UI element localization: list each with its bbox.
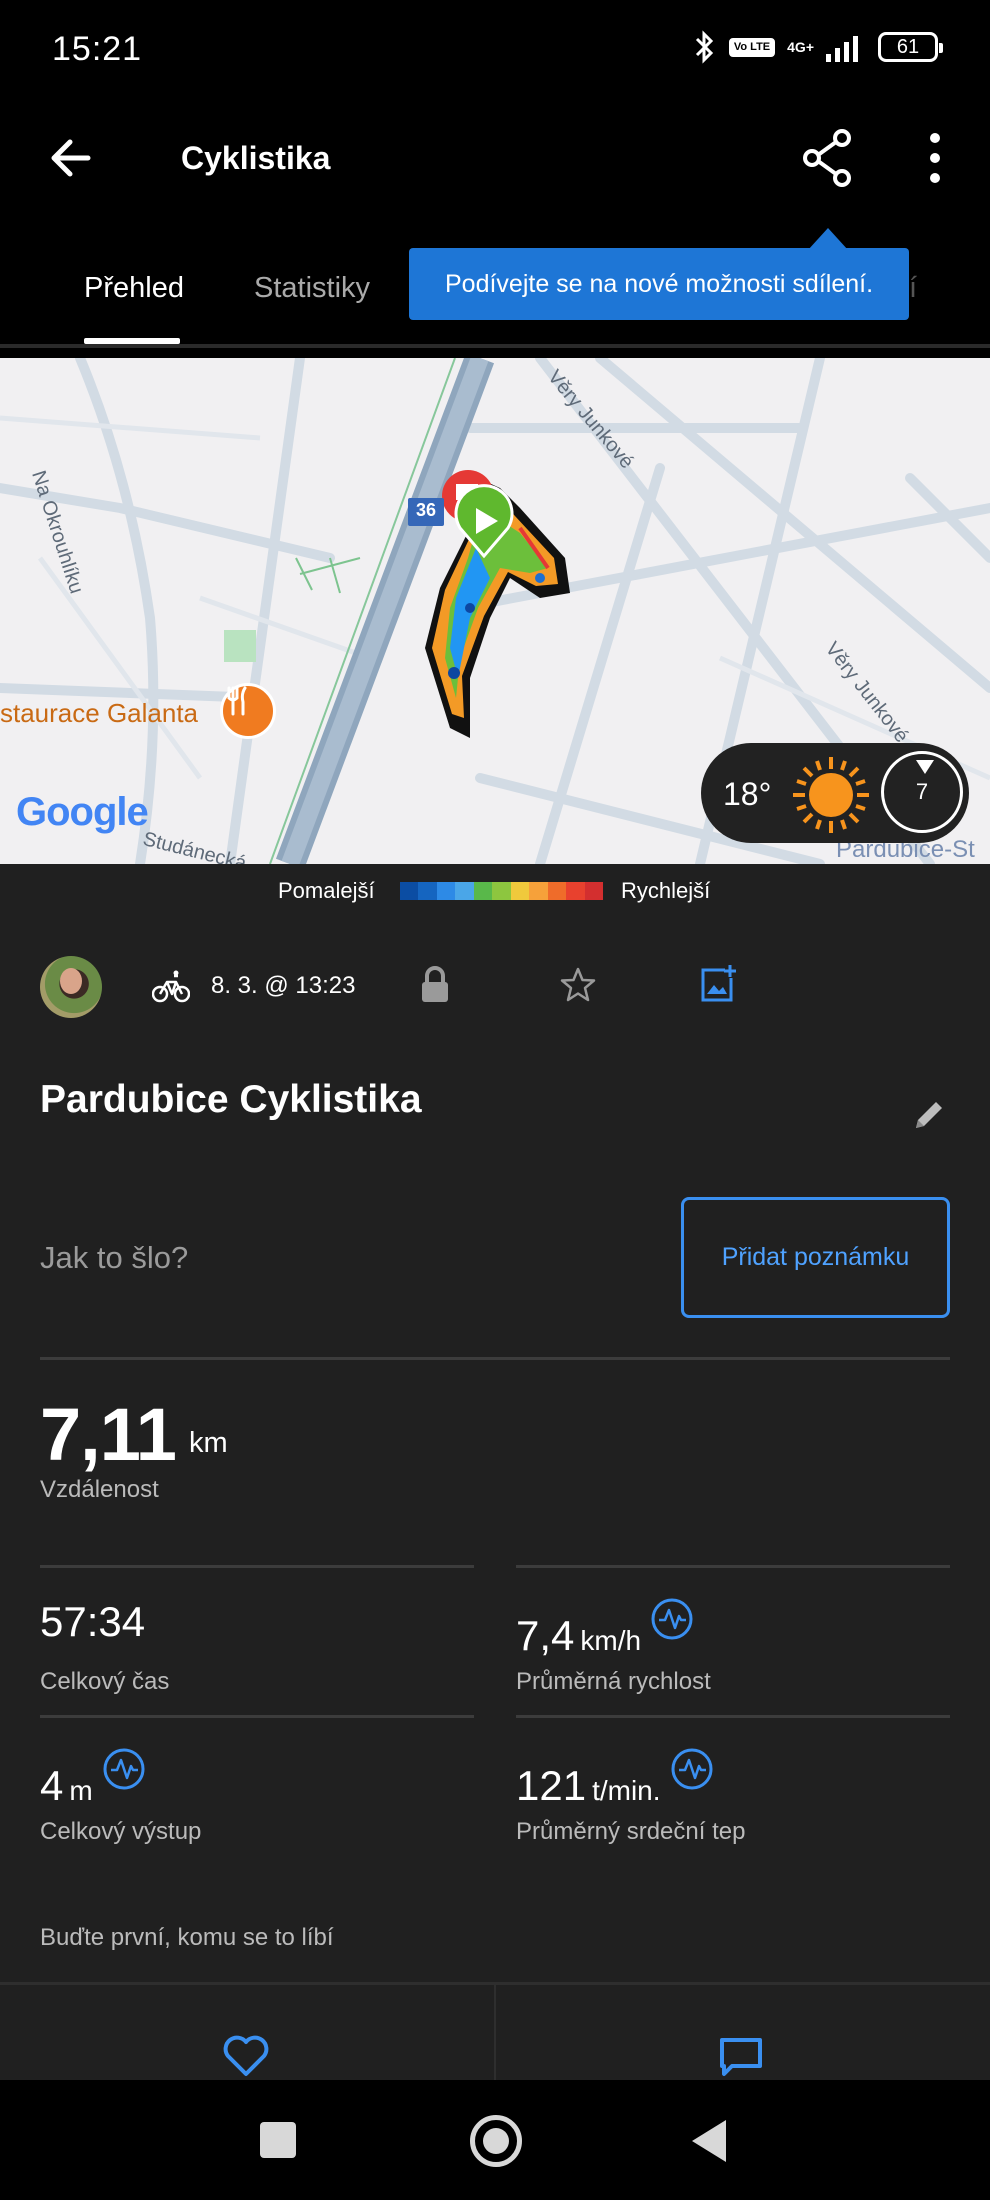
add-note-button[interactable]: Přidat poznámku: [681, 1197, 950, 1318]
legend-swatch: [566, 882, 585, 900]
likes-text: Buďte první, komu se to líbí: [40, 1924, 334, 1951]
volte-icon: Vo LTE: [728, 37, 776, 57]
lock-icon[interactable]: [419, 966, 451, 1004]
status-bar: 15:21 Vo LTE 4G+ 61: [0, 0, 990, 100]
recents-button[interactable]: [260, 2122, 296, 2158]
edit-pencil-icon[interactable]: [912, 1098, 946, 1132]
sun-icon: [793, 757, 869, 833]
activity-date: 8. 3. @ 13:23: [211, 972, 356, 999]
speed-legend: Pomalejší Rychlejší: [0, 864, 990, 916]
legend-swatch: [547, 882, 567, 900]
legend-fast-label: Rychlejší: [621, 878, 711, 903]
divider: [516, 1565, 950, 1568]
activity-title: Pardubice Cyklistika: [40, 1078, 422, 1121]
system-back-button[interactable]: [692, 2120, 726, 2162]
action-divider: [494, 1985, 496, 2083]
status-time: 15:21: [52, 30, 143, 68]
wind-indicator: 7: [881, 751, 963, 833]
legend-color-bar: [400, 882, 603, 900]
stat-label: Celkový výstup: [40, 1818, 202, 1845]
activity-content: 8. 3. @ 13:23 Pardubice Cyklistika Jak t…: [0, 916, 990, 2080]
road-number: 36: [415, 500, 437, 520]
avatar[interactable]: [40, 956, 102, 1018]
stat-avg-speed: 7,4 km/h Průměrná rychlost: [516, 1576, 950, 1716]
app-bar: Cyklistika: [0, 100, 990, 220]
pulse-chart-icon[interactable]: [671, 1748, 713, 1790]
signal-icon: [826, 36, 858, 62]
home-button[interactable]: [470, 2115, 522, 2167]
google-logo: Google: [16, 790, 149, 834]
pulse-chart-icon[interactable]: [103, 1748, 145, 1790]
comment-icon[interactable]: [718, 2036, 764, 2080]
divider: [40, 1715, 474, 1718]
more-vert-icon[interactable]: [910, 130, 960, 186]
stat-label: Průměrný srdeční tep: [516, 1818, 746, 1845]
tab-partial[interactable]: í: [909, 272, 917, 305]
legend-swatch: [529, 882, 548, 900]
restaurant-icon: [227, 686, 247, 716]
share-tooltip[interactable]: Podívejte se na nové možnosti sdílení.: [409, 248, 909, 320]
wind-speed: 7: [915, 779, 929, 804]
stat-label: Průměrná rychlost: [516, 1668, 711, 1695]
tab-overview[interactable]: Přehled: [84, 272, 184, 305]
legend-swatch: [455, 882, 474, 900]
distance-label: Vzdálenost: [40, 1476, 159, 1503]
distance-unit: km: [189, 1427, 228, 1459]
stat-total-ascent: 4m Celkový výstup: [40, 1726, 474, 1866]
poi-label: staurace Galanta: [0, 698, 199, 728]
stat-unit: t/min.: [592, 1775, 661, 1806]
stat-unit: m: [69, 1775, 93, 1806]
legend-swatch: [436, 882, 456, 900]
divider: [40, 1565, 474, 1568]
bike-icon: [152, 970, 190, 1003]
stat-avg-heart-rate: 121 t/min. Průměrný srdeční tep: [516, 1726, 950, 1866]
battery-icon: 61: [878, 32, 943, 62]
tab-statistics[interactable]: Statistiky: [254, 272, 370, 305]
stat-label: Celkový čas: [40, 1668, 170, 1695]
battery-level: 61: [896, 35, 920, 58]
back-arrow-icon[interactable]: [44, 130, 100, 186]
pulse-chart-icon[interactable]: [651, 1598, 693, 1640]
legend-swatch: [418, 882, 437, 900]
divider: [516, 1715, 950, 1718]
weather-badge[interactable]: 18° 7: [701, 743, 969, 843]
network-type: 4G+: [787, 39, 814, 55]
stat-value: 7,4: [516, 1612, 575, 1659]
add-photo-icon[interactable]: [699, 964, 737, 1004]
legend-slow-label: Pomalejší: [278, 878, 375, 903]
restaurant-pin[interactable]: [220, 683, 276, 739]
legend-swatch: [584, 882, 603, 900]
legend-swatch: [473, 882, 493, 900]
tab-divider: [0, 344, 990, 348]
activity-meta-row: 8. 3. @ 13:23: [0, 956, 990, 1046]
stat-value: 4: [40, 1762, 64, 1809]
status-icons: Vo LTE 4G+ 61: [693, 30, 943, 64]
weather-temp: 18°: [723, 776, 772, 812]
bluetooth-icon: [695, 30, 713, 64]
heart-icon[interactable]: [222, 2034, 270, 2078]
stat-total-time: 57:34 Celkový čas: [40, 1576, 474, 1716]
legend-swatch: [400, 882, 419, 900]
system-nav-bar: [0, 2080, 990, 2200]
distance-value: 7,11: [40, 1393, 177, 1476]
action-bar: [0, 1982, 990, 2083]
page-title: Cyklistika: [181, 140, 331, 176]
stat-value: 57:34: [40, 1598, 146, 1645]
star-icon[interactable]: [559, 966, 597, 1004]
legend-swatch: [492, 882, 511, 900]
legend-swatch: [510, 882, 530, 900]
how-did-it-go-prompt[interactable]: Jak to šlo?: [40, 1240, 188, 1276]
share-icon[interactable]: [800, 128, 856, 188]
stat-unit: km/h: [580, 1625, 642, 1656]
stat-value: 121: [516, 1762, 587, 1809]
tooltip-arrow: [808, 228, 848, 250]
divider: [40, 1357, 950, 1360]
